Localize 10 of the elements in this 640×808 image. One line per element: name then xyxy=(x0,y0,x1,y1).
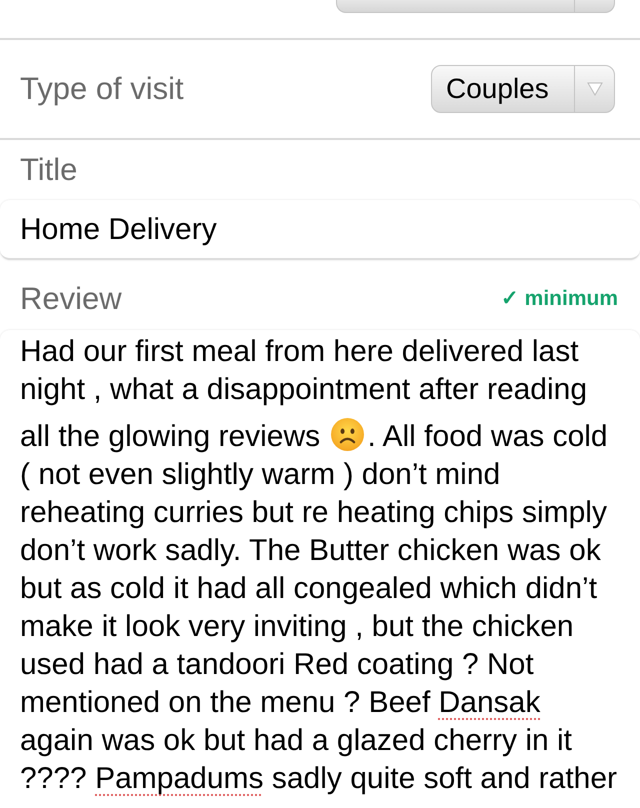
title-field[interactable]: Home Delivery xyxy=(0,200,640,260)
dropdown[interactable] xyxy=(336,0,615,13)
visit-type-dropdown[interactable]: Couples xyxy=(431,65,615,113)
title-label: Title xyxy=(20,151,78,190)
review-label: Review xyxy=(20,280,122,318)
review-text-area[interactable]: Had our first meal from here delivered last night , what a disappointment after reading all the glowing reviews . All food was cold ( not even slightly warm ) don’t mind reheating curries but re heating chips simply don’t work sadly. The Butter chicken was ok but as cold it had all congealed which didn’t make it look very inviting , but the chicken used had a tandoori Red coating ? Not mentioned on the menu ? Beef Dansak again was ok but had a glazed cherry in it ???? Pampadums sadly quite soft and rather xyxy=(0,330,640,808)
visit-type-label: Type of visit xyxy=(20,70,184,108)
frowning-face-icon xyxy=(331,418,364,451)
caret-icon xyxy=(586,82,602,96)
requirement-hint: ✓ minimum xyxy=(500,286,618,312)
